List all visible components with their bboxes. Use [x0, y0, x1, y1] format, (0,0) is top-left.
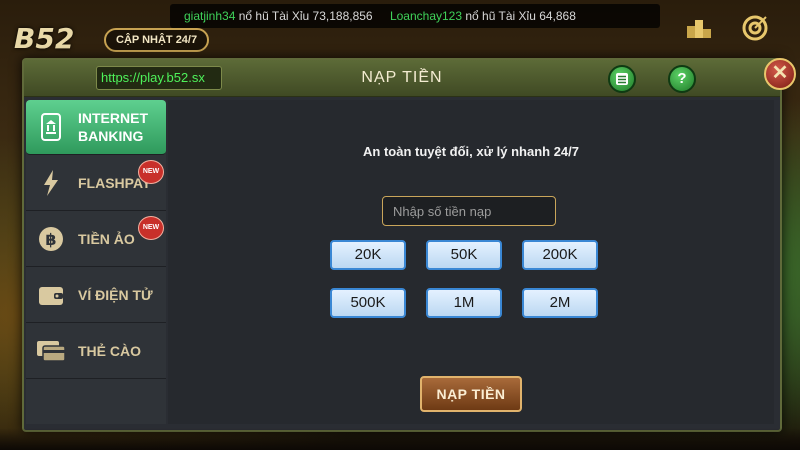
modal-header: https://play.b52.sx NẠP TIỀN ? [24, 60, 780, 97]
sidebar-item-label: VÍ ĐIỆN TỬ [78, 287, 153, 303]
help-button[interactable]: ? [668, 65, 696, 93]
deposit-modal: https://play.b52.sx NẠP TIỀN ? ✕ INTERNE… [22, 58, 796, 432]
svg-text:฿: ฿ [45, 230, 56, 249]
bottom-decoration [0, 428, 800, 450]
sidebar-label-line: INTERNET [78, 110, 148, 126]
amount-option-button[interactable]: 200K [522, 240, 598, 270]
phone-bank-icon [36, 112, 66, 142]
update-24-7-tag: CẬP NHẬT 24/7 [104, 28, 210, 52]
ticker-player-name: Loanchay123 [389, 9, 463, 23]
history-button[interactable] [608, 65, 636, 93]
sidebar-item-label: INTERNET BANKING [78, 100, 148, 154]
modal-title: NẠP TIỀN [361, 69, 443, 86]
amount-input[interactable] [382, 196, 556, 226]
sidebar-item-label: THẺ CÀO [78, 343, 141, 359]
amount-option-button[interactable]: 20K [330, 240, 406, 270]
deposit-content: An toàn tuyệt đối, xử lý nhanh 24/7 20K … [168, 100, 774, 424]
sidebar-label-line: BANKING [78, 128, 144, 144]
amount-option-button[interactable]: 2M [522, 288, 598, 318]
amount-option-button[interactable]: 500K [330, 288, 406, 318]
target-icon-graphic [742, 15, 768, 41]
payment-method-sidebar: INTERNET BANKING FLASHPAY NEW ฿ TIỀN ẢO [26, 100, 166, 424]
safety-slogan: An toàn tuyệt đối, xử lý nhanh 24/7 [363, 144, 579, 159]
target-icon[interactable] [740, 14, 770, 44]
list-icon [616, 73, 628, 85]
bitcoin-icon: ฿ [36, 224, 66, 254]
sidebar-item-flashpay[interactable]: FLASHPAY NEW [26, 156, 166, 211]
ticker-player-name: giatjinh34 [184, 9, 236, 23]
close-button[interactable]: ✕ [764, 58, 796, 90]
new-badge: NEW [138, 216, 164, 240]
ticker-message: nổ hũ Tài Xỉu 64,868 [465, 9, 576, 23]
sidebar-item-label: TIỀN ẢO [78, 231, 135, 247]
jackpot-ticker: giatjinh34 nổ hũ Tài Xỉu 73,188,856 Loan… [170, 4, 660, 28]
ticker-entry: giatjinh34 nổ hũ Tài Xỉu 73,188,856 [184, 9, 376, 23]
sidebar-item-e-wallet[interactable]: VÍ ĐIỆN TỬ [26, 268, 166, 323]
wallet-icon [36, 280, 66, 310]
sidebar-item-scratch-card[interactable]: THẺ CÀO [26, 324, 166, 379]
podium-icon-graphic [687, 20, 711, 38]
lightning-icon [36, 168, 66, 198]
podium-icon[interactable] [684, 14, 714, 44]
new-badge: NEW [138, 160, 164, 184]
amount-option-button[interactable]: 50K [426, 240, 502, 270]
deposit-submit-button[interactable]: NẠP TIỀN [420, 376, 522, 412]
ticker-message: nổ hũ Tài Xỉu 73,188,856 [238, 9, 373, 23]
amount-option-button[interactable]: 1M [426, 288, 502, 318]
card-icon [36, 336, 66, 366]
ticker-entry: Loanchay123 nổ hũ Tài Xỉu 64,868 [390, 9, 576, 23]
sidebar-item-crypto[interactable]: ฿ TIỀN ẢO NEW [26, 212, 166, 267]
sidebar-item-internet-banking[interactable]: INTERNET BANKING [26, 100, 166, 155]
